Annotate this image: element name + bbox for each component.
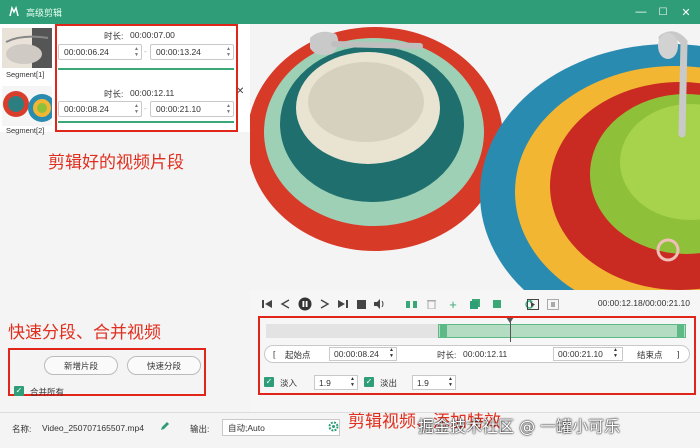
edit-icon[interactable] <box>160 421 170 433</box>
watermark-text: 掘金技术社区 @ 一罐小可乐 <box>418 417 621 436</box>
minimize-icon[interactable]: — <box>630 0 652 24</box>
split-icon[interactable] <box>404 297 418 311</box>
name-label: 名称: <box>12 424 32 434</box>
mark-in-icon[interactable] <box>526 297 540 311</box>
time-readout: 00:00:12.18/00:00:21.10 <box>597 298 690 308</box>
merge-all-checkbox[interactable]: ✓ <box>14 386 24 396</box>
annotation-box <box>258 316 696 395</box>
app-logo-icon <box>7 5 21 19</box>
prev-frame-icon[interactable] <box>278 297 292 311</box>
title-bar: 高级剪辑 — ☐ ✕ <box>0 0 700 24</box>
next-frame-icon[interactable] <box>318 297 332 311</box>
mark-out-icon[interactable] <box>546 297 560 311</box>
skip-start-icon[interactable] <box>260 297 274 311</box>
skip-end-icon[interactable] <box>336 297 350 311</box>
gear-icon[interactable] <box>328 421 339 434</box>
add-segment-button[interactable]: 新增片段 <box>44 356 118 375</box>
segment-thumbnail <box>2 28 52 68</box>
video-preview[interactable] <box>250 24 700 290</box>
pause-icon[interactable] <box>297 297 313 311</box>
annotation-text: 快速分段、合并视频 <box>8 323 161 343</box>
stop-icon[interactable] <box>354 297 368 311</box>
segment-label: Segment[1] <box>6 70 45 79</box>
delete-icon[interactable] <box>424 297 438 311</box>
merge-all-label: 合并所有 <box>30 387 65 397</box>
segment-panel: Segment[1] 时长: 00:00:07.00 00:00:06.24 ▲… <box>0 24 250 412</box>
copy-icon[interactable] <box>468 297 482 311</box>
editor-controls: + 00:00:12.18/00:00:21.10 [起始点 00:00:08… <box>250 290 700 412</box>
quick-split-button[interactable]: 快速分段 <box>127 356 201 375</box>
crop-icon[interactable] <box>490 297 504 311</box>
add-icon[interactable]: + <box>446 297 460 312</box>
close-icon[interactable]: ✕ <box>675 0 697 24</box>
segment-label: Segment[2] <box>6 126 45 135</box>
maximize-icon[interactable]: ☐ <box>652 0 674 24</box>
volume-icon[interactable] <box>372 297 386 311</box>
annotation-text: 剪辑好的视频片段 <box>48 153 184 173</box>
output-label: 输出: <box>190 424 210 434</box>
bottom-bar: 名称: Video_250707165507.mp4 输出: 自动;Auto 剪… <box>0 412 700 448</box>
annotation-box <box>55 24 238 132</box>
output-select[interactable]: 自动;Auto <box>222 419 340 436</box>
segment-thumbnail <box>2 86 56 126</box>
window-title: 高级剪辑 <box>26 7 63 18</box>
file-name: Video_250707165507.mp4 <box>42 423 144 433</box>
